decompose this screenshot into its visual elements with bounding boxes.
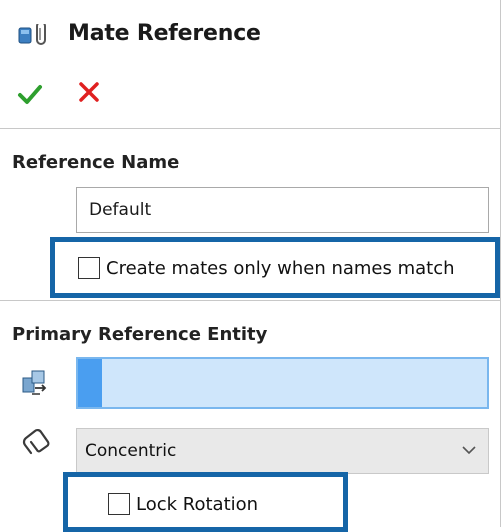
divider (0, 128, 501, 129)
mate-reference-icon (18, 24, 46, 45)
reference-entity-icon (22, 370, 47, 395)
lock-rotation-checkbox[interactable]: Lock Rotation (108, 493, 258, 515)
lock-rotation-checkbox-label: Lock Rotation (136, 493, 259, 515)
panel-title: Mate Reference (68, 21, 261, 46)
create-mates-checkbox-box[interactable] (78, 257, 100, 279)
chevron-down-icon (462, 446, 476, 455)
mate-reference-panel: Mate Reference Reference Name Create mat… (0, 0, 501, 532)
primary-reference-heading: Primary Reference Entity (12, 324, 268, 345)
primary-entity-selection-box[interactable] (76, 357, 489, 409)
ok-button[interactable] (16, 80, 44, 108)
cancel-button[interactable] (77, 80, 101, 104)
divider (0, 300, 501, 301)
paperclip-icon (22, 428, 50, 455)
create-mates-checkbox-label: Create mates only when names match (106, 257, 455, 279)
reference-name-heading: Reference Name (12, 152, 180, 173)
panel-header: Mate Reference (0, 0, 500, 68)
mate-type-select[interactable]: Concentric (76, 428, 489, 474)
create-mates-checkbox[interactable]: Create mates only when names match (78, 257, 455, 279)
active-selection-marker (78, 359, 102, 407)
mate-type-value: Concentric (85, 441, 177, 461)
reference-name-input[interactable] (76, 187, 489, 233)
lock-rotation-checkbox-box[interactable] (108, 493, 130, 515)
